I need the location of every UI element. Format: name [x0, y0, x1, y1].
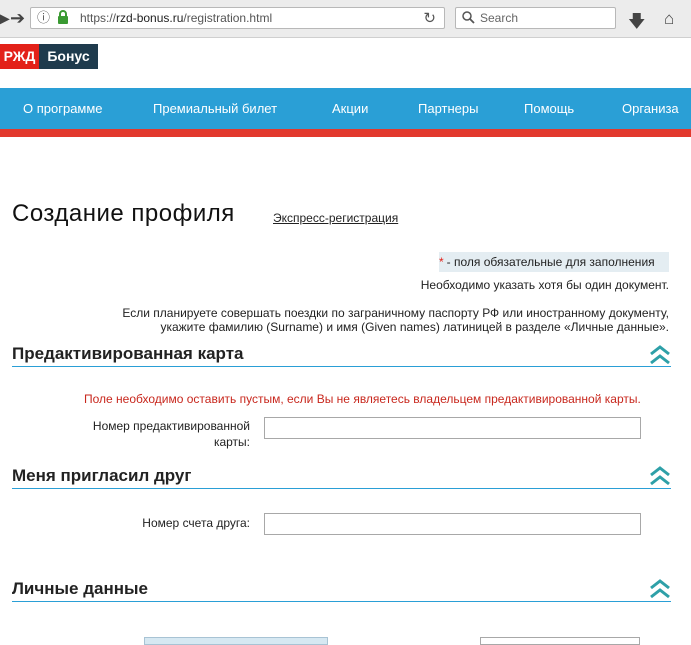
- preactivated-warning: Поле необходимо оставить пустым, если Вы…: [84, 392, 641, 406]
- search-placeholder: Search: [480, 11, 519, 25]
- search-icon: [462, 11, 475, 29]
- nav-partners[interactable]: Партнеры: [418, 88, 478, 129]
- nav-help[interactable]: Помощь: [524, 88, 574, 129]
- reload-icon[interactable]: ↻: [423, 9, 436, 27]
- home-icon[interactable]: ⌂: [664, 9, 674, 29]
- logo-rzd[interactable]: РЖД: [0, 44, 39, 69]
- url-text[interactable]: https://rzd-bonus.ru/registration.html: [80, 11, 272, 25]
- back-arrow-icon[interactable]: ▶: [0, 9, 10, 27]
- section-divider: [12, 601, 671, 602]
- browser-toolbar: ▶ ➔ ⓘ https://rzd-bonus.ru/registration.…: [0, 0, 691, 38]
- passport-note-line-2: укажите фамилию (Surname) и имя (Given n…: [160, 320, 669, 334]
- nav-organizations[interactable]: Организа: [622, 88, 679, 129]
- collapse-chevron-icon[interactable]: [648, 344, 672, 366]
- required-note-text: - поля обязательные для заполнения: [446, 255, 655, 269]
- lock-icon[interactable]: [57, 10, 69, 28]
- logo-bonus[interactable]: Бонус: [39, 44, 98, 69]
- collapse-chevron-icon[interactable]: [648, 465, 672, 487]
- given-name-input[interactable]: [480, 637, 640, 645]
- download-icon[interactable]: 🡇: [628, 9, 645, 38]
- friend-account-label: Номер счета друга:: [142, 516, 250, 530]
- nav-promotions[interactable]: Акции: [332, 88, 368, 129]
- page-title: Создание профиля: [12, 200, 235, 227]
- document-note: Необходимо указать хотя бы один документ…: [420, 278, 669, 292]
- nav-premium-ticket[interactable]: Премиальный билет: [153, 88, 277, 129]
- preactivated-card-label: Номер предактивированной карты:: [93, 418, 250, 450]
- preactivated-card-input[interactable]: [264, 417, 641, 439]
- preactivated-label-line-1: Номер предактивированной: [92, 419, 250, 433]
- passport-note-line-1: Если планируете совершать поездки по заг…: [122, 306, 669, 320]
- required-star-partial: [118, 637, 128, 643]
- info-icon[interactable]: ⓘ: [37, 10, 50, 26]
- nav-about[interactable]: О программе: [23, 88, 103, 129]
- nav-accent-line: [0, 129, 691, 137]
- section-title-personal: Личные данные: [12, 579, 148, 598]
- required-star: *: [439, 255, 444, 269]
- friend-account-input[interactable]: [264, 513, 641, 535]
- preactivated-label-line-2: карты:: [213, 435, 250, 449]
- express-registration-link[interactable]: Экспресс-регистрация: [273, 211, 398, 225]
- section-title-preactivated: Предактивированная карта: [12, 344, 244, 363]
- surname-input[interactable]: [144, 637, 328, 645]
- address-bar[interactable]: ⓘ https://rzd-bonus.ru/registration.html…: [30, 7, 445, 29]
- main-nav: О программе Премиальный билет Акции Парт…: [0, 88, 691, 129]
- collapse-chevron-icon[interactable]: [648, 578, 672, 600]
- forward-arrow-icon[interactable]: ➔: [10, 9, 25, 27]
- section-divider: [12, 366, 671, 367]
- search-bar[interactable]: Search: [455, 7, 616, 29]
- section-divider: [12, 488, 671, 489]
- required-fields-note: * - поля обязательные для заполнения: [439, 252, 669, 272]
- section-title-friend: Меня пригласил друг: [12, 466, 192, 485]
